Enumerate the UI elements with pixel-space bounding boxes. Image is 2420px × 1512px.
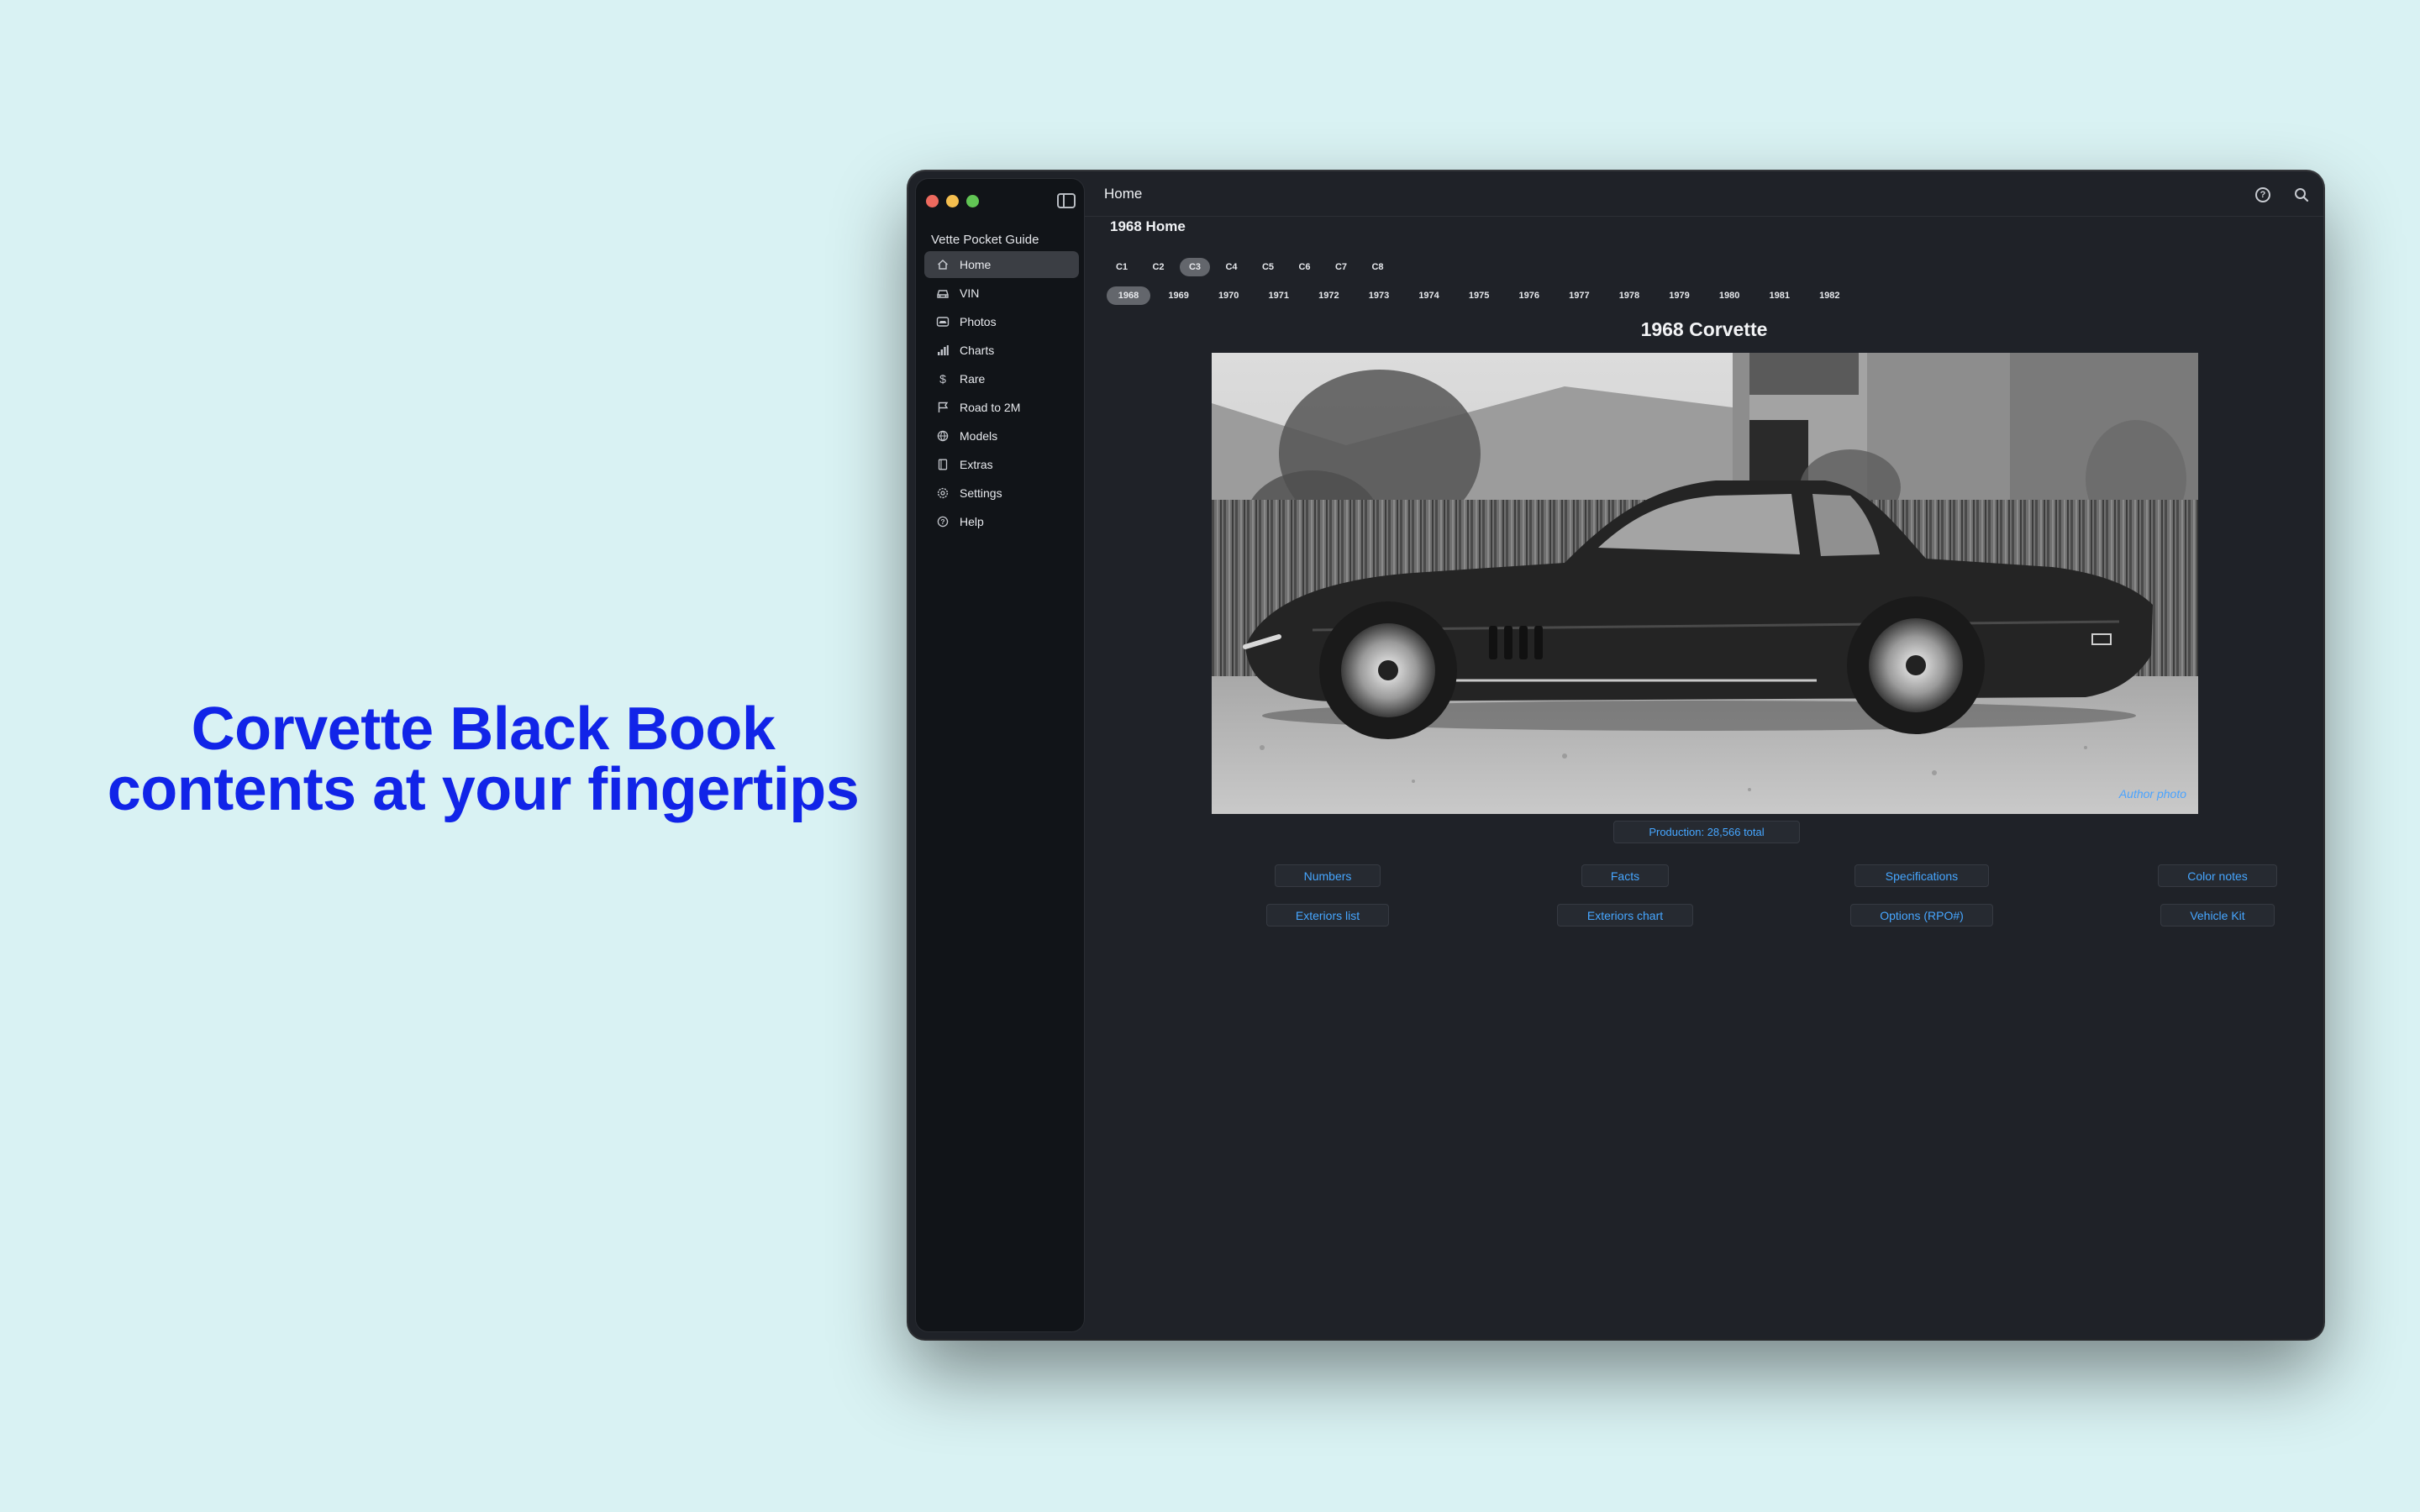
car-icon: [934, 287, 951, 299]
generation-tab-c4[interactable]: C4: [1217, 258, 1247, 276]
headline-line-2: contents at your fingertips: [107, 756, 860, 823]
page-heading: 1968 Home: [1110, 218, 1186, 234]
year-tab-1969[interactable]: 1969: [1157, 286, 1201, 305]
marketing-headline: Corvette Black Book contents at your fin…: [0, 699, 966, 820]
sidebar-item-road-to-2m[interactable]: Road to 2M: [924, 394, 1079, 421]
color-notes-button[interactable]: Color notes: [2158, 864, 2277, 887]
year-tab-1972[interactable]: 1972: [1307, 286, 1350, 305]
bar-chart-icon: [934, 344, 951, 356]
production-label[interactable]: Production: 28,566 total: [1613, 821, 1800, 843]
year-tab-1980[interactable]: 1980: [1707, 286, 1751, 305]
year-tab-1975[interactable]: 1975: [1457, 286, 1501, 305]
minimize-window-button[interactable]: [946, 195, 959, 207]
window-title: Home: [1104, 186, 1143, 202]
car-photo: Author photo: [1212, 353, 2198, 814]
headline-line-1: Corvette Black Book: [191, 696, 776, 763]
options-rpo-button[interactable]: Options (RPO#): [1850, 904, 1993, 927]
sidebar-item-label: Models: [960, 429, 998, 443]
flag-icon: [934, 402, 951, 413]
app-name: Vette Pocket Guide: [931, 233, 1039, 247]
svg-text:?: ?: [940, 517, 944, 526]
house-icon: [934, 259, 951, 270]
year-tab-1978[interactable]: 1978: [1607, 286, 1651, 305]
exteriors-chart-button[interactable]: Exteriors chart: [1557, 904, 1693, 927]
gear-icon: [934, 487, 951, 499]
zoom-window-button[interactable]: [966, 195, 979, 207]
generation-tab-c7[interactable]: C7: [1326, 258, 1356, 276]
facts-button[interactable]: Facts: [1581, 864, 1669, 887]
window-controls: [926, 195, 979, 207]
sidebar-item-label: VIN: [960, 286, 980, 300]
sidebar-item-label: Help: [960, 515, 984, 528]
search-icon: [2295, 188, 2309, 202]
generation-tab-c8[interactable]: C8: [1363, 258, 1393, 276]
main-content: Home ? 1968 Home C1 C2 C3 C4 C5 C6 C7 C8 1968 19…: [1085, 171, 2323, 1339]
help-button[interactable]: ?: [2251, 183, 2275, 207]
toolbar: Home ?: [1085, 171, 2323, 217]
year-tab-1979[interactable]: 1979: [1658, 286, 1702, 305]
specifications-button[interactable]: Specifications: [1854, 864, 1989, 887]
close-window-button[interactable]: [926, 195, 939, 207]
year-tab-1968[interactable]: 1968: [1107, 286, 1150, 305]
sidebar-item-label: Rare: [960, 372, 986, 386]
car-title: 1968 Corvette: [1640, 318, 1768, 340]
sidebar: Vette Pocket Guide Home VIN Photos Chart…: [915, 178, 1085, 1332]
sidebar-item-label: Settings: [960, 486, 1002, 500]
year-tab-1973[interactable]: 1973: [1357, 286, 1401, 305]
search-button[interactable]: [2290, 183, 2313, 207]
numbers-button[interactable]: Numbers: [1275, 864, 1381, 887]
generation-tab-c1[interactable]: C1: [1107, 258, 1137, 276]
photo-credit: Author photo: [2118, 787, 2186, 801]
year-tab-1970[interactable]: 1970: [1207, 286, 1250, 305]
generation-tab-c2[interactable]: C2: [1144, 258, 1174, 276]
app-window: Vette Pocket Guide Home VIN Photos Chart…: [908, 171, 2323, 1339]
sidebar-item-label: Road to 2M: [960, 401, 1021, 414]
vehicle-kit-button[interactable]: Vehicle Kit: [2160, 904, 2275, 927]
year-tab-1971[interactable]: 1971: [1257, 286, 1301, 305]
sidebar-item-home[interactable]: Home: [924, 251, 1079, 278]
sidebar-nav: Home VIN Photos Charts $ Rare Road to 2M…: [924, 251, 1079, 537]
exteriors-list-button[interactable]: Exteriors list: [1266, 904, 1389, 927]
sidebar-item-vin[interactable]: VIN: [924, 280, 1079, 307]
generation-selector: C1 C2 C3 C4 C5 C6 C7 C8: [1107, 258, 1399, 276]
generation-tab-c5[interactable]: C5: [1253, 258, 1283, 276]
year-selector: 1968 1969 1970 1971 1972 1973 1974 1975 1976 1977…: [1107, 286, 1858, 305]
year-tab-1981[interactable]: 1981: [1758, 286, 1802, 305]
generation-tab-c6[interactable]: C6: [1290, 258, 1320, 276]
sidebar-item-photos[interactable]: Photos: [924, 308, 1079, 335]
sidebar-item-label: Home: [960, 258, 992, 271]
sidebar-item-label: Photos: [960, 315, 997, 328]
sidebar-toggle-icon[interactable]: [1057, 193, 1076, 208]
question-icon: ?: [934, 516, 951, 528]
sidebar-item-settings[interactable]: Settings: [924, 480, 1079, 507]
year-tab-1974[interactable]: 1974: [1407, 286, 1451, 305]
question-circle-icon: ?: [2255, 187, 2270, 202]
sidebar-item-rare[interactable]: $ Rare: [924, 365, 1079, 392]
year-tab-1977[interactable]: 1977: [1557, 286, 1601, 305]
sidebar-item-help[interactable]: ? Help: [924, 508, 1079, 535]
car-photo-icon: [934, 316, 951, 328]
book-icon: [934, 459, 951, 470]
generation-tab-c3[interactable]: C3: [1180, 258, 1210, 276]
globe-icon: [934, 430, 951, 442]
year-tab-1976[interactable]: 1976: [1507, 286, 1551, 305]
sidebar-item-label: Charts: [960, 344, 995, 357]
sidebar-item-extras[interactable]: Extras: [924, 451, 1079, 478]
sidebar-item-models[interactable]: Models: [924, 423, 1079, 449]
sidebar-item-charts[interactable]: Charts: [924, 337, 1079, 364]
year-tab-1982[interactable]: 1982: [1807, 286, 1851, 305]
dollar-icon: $: [939, 372, 946, 386]
sidebar-item-label: Extras: [960, 458, 993, 471]
